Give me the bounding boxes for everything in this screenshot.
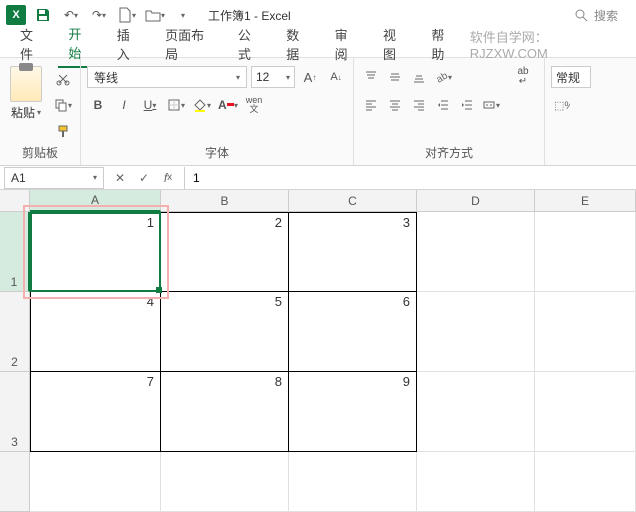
cell-c1[interactable]: 3 — [289, 212, 417, 292]
align-top-button[interactable] — [360, 66, 382, 88]
col-header-c[interactable]: C — [289, 190, 417, 212]
row-header-2[interactable]: 2 — [0, 292, 30, 372]
paste-icon — [10, 66, 42, 102]
enter-formula-button[interactable]: ✓ — [132, 167, 156, 189]
wrap-text-button[interactable]: ab ↵ — [512, 66, 534, 88]
cell-b1[interactable]: 2 — [161, 212, 289, 292]
underline-button[interactable]: U▾ — [139, 94, 161, 116]
formula-input[interactable] — [184, 167, 636, 189]
align-middle-button[interactable] — [384, 66, 406, 88]
col-header-a[interactable]: A — [30, 190, 161, 212]
cell-a1[interactable]: 1 — [30, 212, 161, 292]
align-left-button[interactable] — [360, 94, 382, 116]
align-bottom-button[interactable] — [408, 66, 430, 88]
fill-color-button[interactable]: ▾ — [191, 94, 213, 116]
currency-button[interactable]: ⬚% — [551, 94, 573, 116]
svg-text:ab: ab — [435, 70, 448, 84]
row-header-1[interactable]: 1 — [0, 212, 30, 292]
search-icon — [574, 8, 588, 22]
number-format-select[interactable]: 常规 — [551, 66, 591, 88]
cell-d1[interactable] — [417, 212, 535, 292]
ribbon-group-font: 等线▾ 12▾ A↑ A↓ B I U▾ ▾ ▾ A▾ wen 文 字体 — [81, 58, 354, 165]
cell-d4[interactable] — [417, 452, 535, 512]
paste-button[interactable]: 粘贴▾ — [11, 104, 41, 121]
cut-button[interactable] — [52, 68, 74, 90]
font-color-button[interactable]: A▾ — [217, 94, 239, 116]
cell-e1[interactable] — [535, 212, 636, 292]
search-placeholder: 搜索 — [594, 7, 618, 24]
cell-d2[interactable] — [417, 292, 535, 372]
formula-bar: A1▾ ✕ ✓ fx — [0, 166, 636, 190]
font-name-select[interactable]: 等线▾ — [87, 66, 247, 88]
cell-d3[interactable] — [417, 372, 535, 452]
italic-button[interactable]: I — [113, 94, 135, 116]
col-header-b[interactable]: B — [161, 190, 289, 212]
select-all-corner[interactable] — [0, 190, 30, 212]
ribbon: 粘贴▾ ▾ 剪贴板 等线▾ 12▾ A↑ A↓ B I — [0, 58, 636, 166]
fx-button[interactable]: fx — [156, 167, 180, 189]
cell-a3[interactable]: 7 — [30, 372, 161, 452]
bold-button[interactable]: B — [87, 94, 109, 116]
cell-b3[interactable]: 8 — [161, 372, 289, 452]
cell-e4[interactable] — [535, 452, 636, 512]
ribbon-group-alignment: ab▾ ▾ ab ↵ 对齐方式 — [354, 58, 545, 165]
watermark-text: 软件自学网：RJZXW.COM — [470, 27, 626, 61]
increase-indent-button[interactable] — [456, 94, 478, 116]
phonetic-button[interactable]: wen 文 — [243, 94, 265, 116]
worksheet-grid: A B C D E 1 1 2 3 2 4 5 6 3 7 8 9 — [0, 190, 636, 512]
font-label: 字体 — [87, 142, 347, 163]
copy-button[interactable]: ▾ — [52, 94, 74, 116]
borders-button[interactable]: ▾ — [165, 94, 187, 116]
shrink-font-button[interactable]: A↓ — [325, 66, 347, 88]
cell-e3[interactable] — [535, 372, 636, 452]
format-painter-button[interactable] — [52, 120, 74, 142]
ribbon-group-clipboard: 粘贴▾ ▾ 剪贴板 — [0, 58, 81, 165]
cell-c3[interactable]: 9 — [289, 372, 417, 452]
align-center-button[interactable] — [384, 94, 406, 116]
cancel-formula-button[interactable]: ✕ — [108, 167, 132, 189]
decrease-indent-button[interactable] — [432, 94, 454, 116]
font-size-select[interactable]: 12▾ — [251, 66, 295, 88]
merge-cells-button[interactable]: ▾ — [480, 94, 502, 116]
cell-e2[interactable] — [535, 292, 636, 372]
cell-a4[interactable] — [30, 452, 161, 512]
search-box[interactable]: 搜索 — [562, 4, 630, 27]
grow-font-button[interactable]: A↑ — [299, 66, 321, 88]
col-header-d[interactable]: D — [417, 190, 535, 212]
alignment-label: 对齐方式 — [360, 142, 538, 163]
cell-c4[interactable] — [289, 452, 417, 512]
row-header-3[interactable]: 3 — [0, 372, 30, 452]
clipboard-label: 剪贴板 — [6, 142, 74, 163]
svg-text:⬚%: ⬚% — [554, 100, 570, 112]
row-header-4[interactable] — [0, 452, 30, 512]
cell-c2[interactable]: 6 — [289, 292, 417, 372]
col-header-e[interactable]: E — [535, 190, 636, 212]
name-box[interactable]: A1▾ — [4, 167, 104, 189]
cell-b4[interactable] — [161, 452, 289, 512]
ribbon-group-number: 常规 ⬚% — [545, 58, 597, 165]
align-right-button[interactable] — [408, 94, 430, 116]
cell-a2[interactable]: 4 — [30, 292, 161, 372]
ribbon-tabs: 文件 开始 插入 页面布局 公式 数据 审阅 视图 帮助 软件自学网：RJZXW… — [0, 30, 636, 58]
cell-b2[interactable]: 5 — [161, 292, 289, 372]
orientation-button[interactable]: ab▾ — [432, 66, 454, 88]
